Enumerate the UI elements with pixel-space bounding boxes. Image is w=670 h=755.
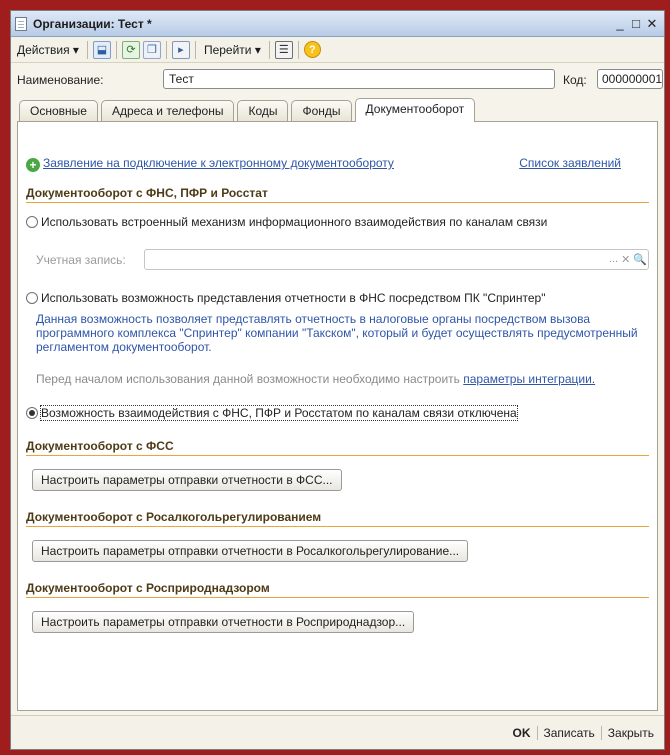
integration-note-text: Перед началом использования данной возмо…: [36, 372, 464, 386]
section-heading-fss: Документооборот с ФСС: [26, 439, 649, 456]
actions-menu[interactable]: Действия ▾: [14, 41, 82, 59]
refresh-icon[interactable]: ⟳: [121, 40, 140, 59]
toolbar-separator: [268, 40, 270, 59]
ok-button[interactable]: OK: [507, 726, 537, 740]
code-input[interactable]: 000000001: [597, 69, 663, 89]
toolbar-separator: [297, 40, 299, 59]
name-label: Наименование:: [17, 73, 104, 87]
tab-document-flow[interactable]: Документооборот: [354, 98, 476, 122]
toolbar-separator: [165, 40, 167, 59]
save-button[interactable]: Записать: [538, 726, 601, 740]
option-builtin-row[interactable]: Использовать встроенный механизм информа…: [26, 214, 649, 230]
help-icon[interactable]: ?: [303, 41, 321, 58]
clear-icon[interactable]: ✕: [621, 253, 630, 266]
option-sprinter-row[interactable]: Использовать возможность представления о…: [26, 290, 649, 306]
copy-document-icon[interactable]: ❐: [142, 40, 161, 59]
toolbar-separator: [194, 40, 196, 59]
save-record-icon[interactable]: ⬓: [92, 40, 111, 59]
tab-addresses[interactable]: Адреса и телефоны: [100, 100, 235, 121]
integration-params-link[interactable]: параметры интеграции.: [463, 372, 595, 386]
sprinter-description: Данная возможность позволяет представлят…: [36, 312, 638, 354]
goto-menu[interactable]: Перейти ▾: [201, 41, 264, 59]
name-input[interactable]: Тест: [163, 69, 555, 89]
tab-main[interactable]: Основные: [19, 100, 98, 121]
maximize-button[interactable]: □: [628, 16, 644, 31]
window-title: Организации: Тест *: [33, 16, 152, 31]
structure-icon[interactable]: ▸: [171, 40, 190, 59]
fss-settings-button[interactable]: Настроить параметры отправки отчетности …: [32, 469, 342, 491]
section-heading-fns: Документооборот с ФНС, ПФР и Росстат: [26, 186, 649, 203]
application-link[interactable]: Заявление на подключение к электронному …: [43, 156, 394, 170]
tab-panel-document-flow: + Заявление на подключение к электронному…: [17, 121, 658, 711]
tab-funds[interactable]: Фонды: [291, 100, 352, 121]
rpn-settings-button[interactable]: Настроить параметры отправки отчетности …: [32, 611, 415, 633]
search-icon[interactable]: 🔍: [633, 253, 647, 266]
toolbar: Действия ▾ ⬓ ⟳ ❐ ▸ Перейти ▾ ☰ ?: [11, 37, 664, 63]
toolbar-separator: [115, 40, 117, 59]
add-plus-icon[interactable]: +: [26, 158, 40, 172]
toolbar-separator: [86, 40, 88, 59]
application-link-row: + Заявление на подключение к электронному…: [26, 156, 649, 174]
option-disabled-row[interactable]: Возможность взаимодействия с ФНС, ПФР и …: [26, 405, 649, 421]
applications-list-link[interactable]: Список заявлений: [519, 156, 621, 170]
option-disabled-label[interactable]: Возможность взаимодействия с ФНС, ПФР и …: [40, 405, 518, 421]
footer-bar: OK Записать Закрыть: [11, 715, 664, 749]
section-heading-fsrar: Документооборот с Росалкогольрегулирован…: [26, 510, 649, 527]
tab-codes[interactable]: Коды: [237, 100, 289, 121]
tab-bar: Основные Адреса и телефоны Коды Фонды До…: [17, 97, 658, 122]
radio-disabled[interactable]: [26, 407, 38, 419]
account-buttons: ... ✕ 🔍: [609, 253, 647, 266]
title-bar[interactable]: Организации: Тест * _ □ ✕: [11, 11, 664, 37]
name-row: Наименование: Тест Код: 000000001: [17, 69, 663, 91]
integration-note: Перед началом использования данной возмо…: [36, 372, 641, 386]
option-builtin-label[interactable]: Использовать встроенный механизм информа…: [41, 215, 547, 229]
radio-sprinter[interactable]: [26, 292, 38, 304]
select-button[interactable]: ...: [609, 253, 618, 266]
list-view-icon[interactable]: ☰: [274, 40, 293, 59]
section-heading-rpn: Документооборот с Росприроднадзором: [26, 581, 649, 598]
option-sprinter-label[interactable]: Использовать возможность представления о…: [41, 291, 545, 305]
close-window-button[interactable]: ✕: [644, 16, 660, 32]
document-icon: [15, 16, 27, 31]
close-button[interactable]: Закрыть: [602, 726, 660, 740]
code-label: Код:: [563, 73, 587, 87]
radio-builtin[interactable]: [26, 216, 38, 228]
account-row: Учетная запись: ... ✕ 🔍: [36, 249, 649, 271]
account-label: Учетная запись:: [36, 253, 126, 267]
fsrar-settings-button[interactable]: Настроить параметры отправки отчетности …: [32, 540, 469, 562]
account-input[interactable]: [144, 249, 649, 270]
organization-window: Организации: Тест * _ □ ✕ Действия ▾ ⬓ ⟳…: [10, 10, 665, 750]
minimize-button[interactable]: _: [612, 16, 628, 31]
